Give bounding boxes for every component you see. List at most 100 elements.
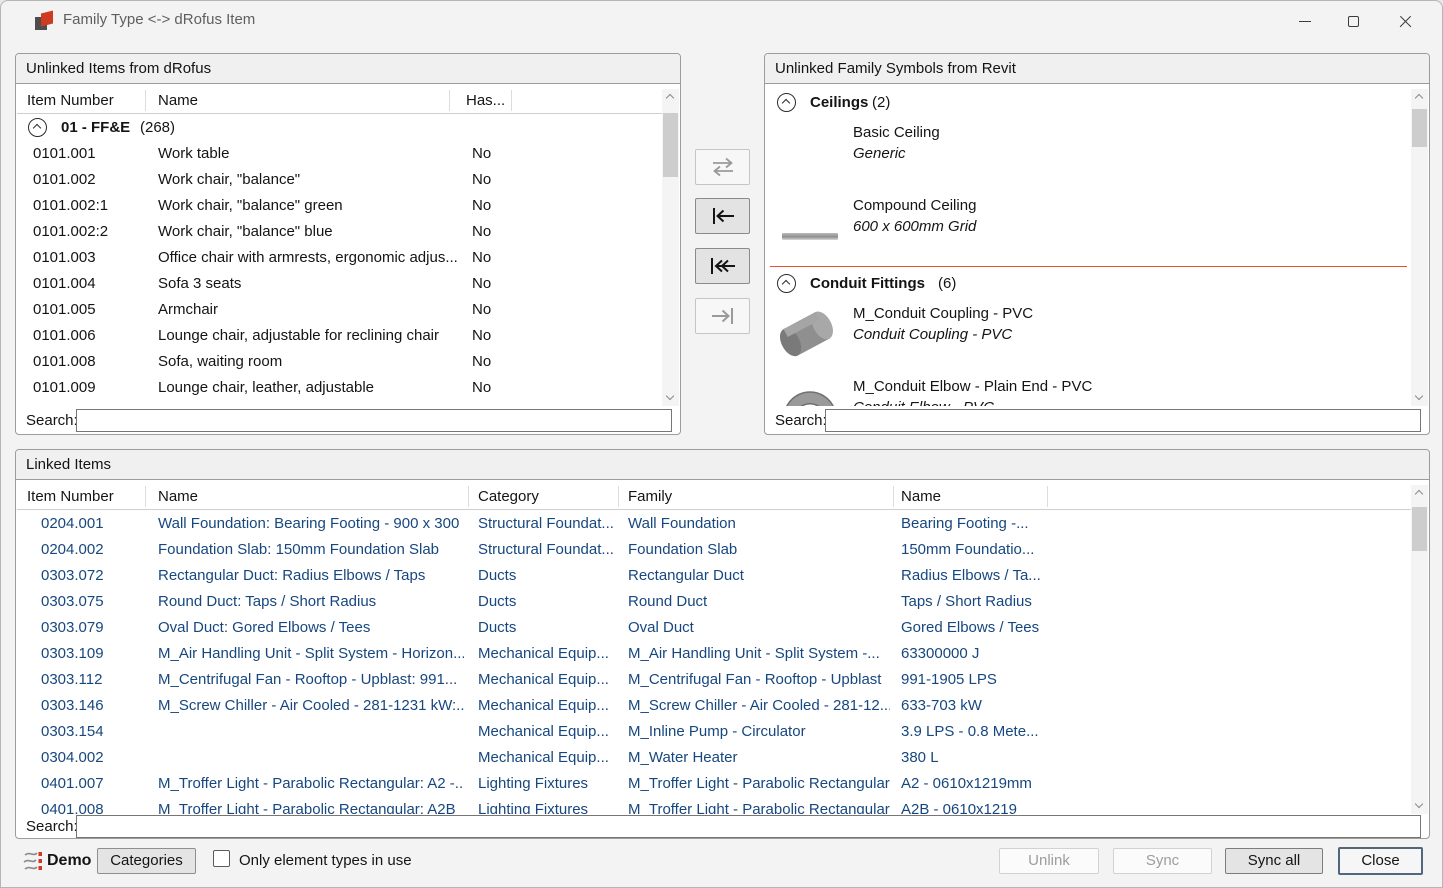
bar-double-arrow-left-icon [709, 256, 737, 276]
column-divider[interactable] [145, 486, 146, 507]
unlinked-item-row[interactable]: 0101.004 Sofa 3 seats No [17, 271, 662, 297]
unlinked-item-row[interactable]: 0101.006 Lounge chair, adjustable for re… [17, 323, 662, 349]
column-divider[interactable] [145, 90, 146, 111]
only-element-types-checkbox[interactable] [213, 850, 230, 867]
col-name[interactable]: Name [158, 92, 198, 109]
linked-item-row[interactable]: 0304.002 Mechanical Equip... M_Water Hea… [17, 745, 1411, 771]
scroll-down-icon[interactable] [662, 389, 679, 406]
unlinked-revit-search-input[interactable] [825, 409, 1421, 432]
unlinked-item-row[interactable]: 0101.001 Work table No [17, 141, 662, 167]
unlinked-drofus-search-input[interactable] [76, 409, 672, 432]
col-category[interactable]: Category [478, 488, 539, 505]
unlinked-item-row[interactable]: 0101.009 Lounge chair, leather, adjustab… [17, 375, 662, 401]
move-all-left-button[interactable] [695, 248, 750, 284]
column-divider[interactable] [468, 486, 469, 507]
unlinked-revit-scrollbar[interactable] [1411, 89, 1428, 406]
group-header-conduit-fittings[interactable]: Conduit Fittings (6) [766, 271, 1411, 297]
unlinked-item-row[interactable]: 0101.002:1 Work chair, "balance" green N… [17, 193, 662, 219]
group-count: (2) [872, 94, 890, 111]
linked-items-scrollbar[interactable] [1411, 485, 1428, 814]
item-number-cell: 0204.002 [41, 541, 104, 558]
linked-item-row[interactable]: 0303.079 Oval Duct: Gored Elbows / Tees … [17, 615, 1411, 641]
unlinked-item-row[interactable]: 0101.008 Sofa, waiting room No [17, 349, 662, 375]
item-has-cell: No [472, 301, 491, 318]
unlinked-item-row[interactable]: 0101.002:2 Work chair, "balance" blue No [17, 219, 662, 245]
category-cell: Ducts [478, 593, 616, 610]
linked-item-row[interactable]: 0303.146 M_Screw Chiller - Air Cooled - … [17, 693, 1411, 719]
scrollbar-thumb[interactable] [1412, 109, 1427, 147]
arrow-right-bar-icon [710, 306, 736, 326]
col-type-name[interactable]: Name [901, 488, 941, 505]
group-count: (6) [938, 275, 956, 292]
linked-item-row[interactable]: 0401.008 M_Troffer Light - Parabolic Rec… [17, 797, 1411, 814]
unlinked-drofus-scrollbar[interactable] [662, 89, 679, 406]
unlink-button[interactable]: Unlink [999, 848, 1099, 874]
sync-button[interactable]: Sync [1113, 848, 1212, 874]
scrollbar-thumb[interactable] [1412, 507, 1427, 551]
item-number-cell: 0303.109 [41, 645, 104, 662]
scroll-up-icon[interactable] [1411, 89, 1428, 106]
move-selected-right-button[interactable] [695, 298, 750, 334]
linked-items-list: 0204.001 Wall Foundation: Bearing Footin… [17, 511, 1411, 814]
family-symbol-row[interactable]: M_Conduit Coupling - PVC Conduit Couplin… [766, 297, 1411, 370]
linked-items-column-header[interactable]: Item Number Name Category Family Name [17, 484, 1428, 510]
maximize-button[interactable] [1330, 1, 1376, 41]
item-number-cell: 0303.146 [41, 697, 104, 714]
column-divider[interactable] [449, 90, 450, 111]
unlinked-item-row[interactable]: 0101.003 Office chair with armrests, erg… [17, 245, 662, 271]
scroll-up-icon[interactable] [1411, 485, 1428, 502]
linked-item-row[interactable]: 0303.075 Round Duct: Taps / Short Radius… [17, 589, 1411, 615]
group-header-ceilings[interactable]: Ceilings (2) [766, 90, 1411, 116]
linked-item-row[interactable]: 0204.001 Wall Foundation: Bearing Footin… [17, 511, 1411, 537]
col-item-number[interactable]: Item Number [27, 488, 114, 505]
unlinked-revit-panel: Unlinked Family Symbols from Revit Ceili… [764, 53, 1430, 435]
family-symbol-row[interactable]: M_Conduit Elbow - Plain End - PVC Condui… [766, 370, 1411, 406]
group-header-ffe[interactable]: 01 - FF&E (268) [17, 115, 662, 141]
column-divider[interactable] [893, 486, 894, 507]
collapse-chevron-icon[interactable] [777, 93, 796, 112]
unlinked-drofus-column-header[interactable]: Item Number Name Has... [17, 88, 679, 114]
linked-item-row[interactable]: 0303.112 M_Centrifugal Fan - Rooftop - U… [17, 667, 1411, 693]
swap-link-button[interactable] [695, 149, 750, 185]
scroll-down-icon[interactable] [1411, 389, 1428, 406]
col-name[interactable]: Name [158, 488, 198, 505]
linked-item-row[interactable]: 0303.154 Mechanical Equip... M_Inline Pu… [17, 719, 1411, 745]
item-number-cell: 0401.007 [41, 775, 104, 792]
ceiling-grid-thumbnail [780, 193, 840, 255]
scroll-up-icon[interactable] [662, 89, 679, 106]
close-button[interactable]: Close [1338, 847, 1423, 875]
search-label: Search: [775, 412, 827, 429]
family-symbol-row[interactable]: Compound Ceiling 600 x 600mm Grid [766, 189, 1411, 262]
family-name: M_Conduit Coupling - PVC [853, 305, 1033, 322]
item-has-cell: No [472, 145, 491, 162]
column-divider[interactable] [511, 90, 512, 111]
item-has-cell: No [472, 327, 491, 344]
minimize-button[interactable] [1282, 1, 1328, 41]
linked-items-search-input[interactable] [76, 815, 1421, 838]
linked-item-row[interactable]: 0303.109 M_Air Handling Unit - Split Sys… [17, 641, 1411, 667]
col-family[interactable]: Family [628, 488, 672, 505]
linked-item-row[interactable]: 0303.072 Rectangular Duct: Radius Elbows… [17, 563, 1411, 589]
scrollbar-thumb[interactable] [663, 113, 678, 177]
family-symbol-row[interactable]: Basic Ceiling Generic [766, 116, 1411, 189]
unlinked-revit-panel-title: Unlinked Family Symbols from Revit [765, 54, 1429, 84]
close-window-button[interactable] [1382, 1, 1428, 41]
family-cell: M_Screw Chiller - Air Cooled - 281-12... [628, 697, 890, 714]
item-number-cell: 0101.004 [33, 275, 96, 292]
scroll-down-icon[interactable] [1411, 797, 1428, 814]
unlinked-item-row[interactable]: 0101.005 Armchair No [17, 297, 662, 323]
sync-all-button[interactable]: Sync all [1225, 848, 1323, 874]
categories-button[interactable]: Categories [97, 848, 196, 874]
col-has[interactable]: Has... [466, 92, 505, 109]
only-element-types-label[interactable]: Only element types in use [239, 852, 412, 869]
move-selected-left-button[interactable] [695, 198, 750, 234]
linked-item-row[interactable]: 0204.002 Foundation Slab: 150mm Foundati… [17, 537, 1411, 563]
linked-item-row[interactable]: 0401.007 M_Troffer Light - Parabolic Rec… [17, 771, 1411, 797]
column-divider[interactable] [1047, 486, 1048, 507]
collapse-chevron-icon[interactable] [28, 118, 47, 137]
unlinked-item-row[interactable]: 0101.002 Work chair, "balance" No [17, 167, 662, 193]
title-bar[interactable]: Family Type <-> dRofus Item [1, 1, 1442, 41]
collapse-chevron-icon[interactable] [777, 274, 796, 293]
col-item-number[interactable]: Item Number [27, 92, 114, 109]
column-divider[interactable] [618, 486, 619, 507]
